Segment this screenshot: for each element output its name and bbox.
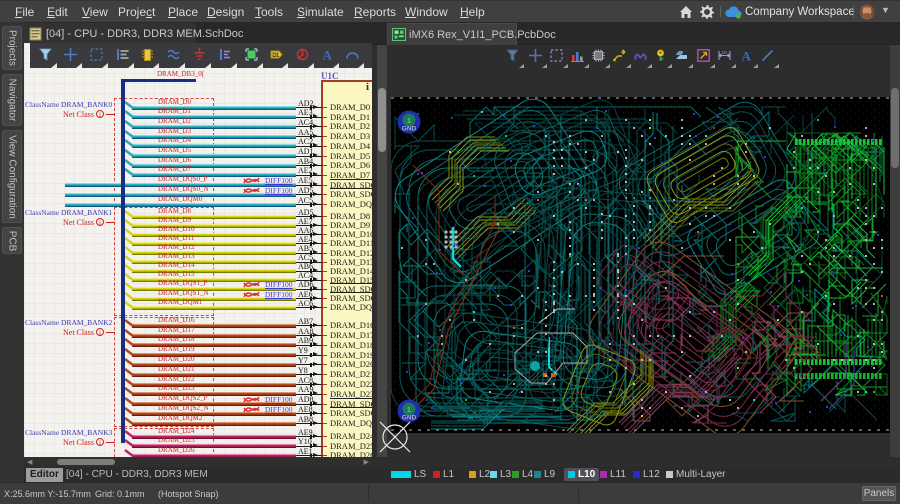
svg-text:A: A: [742, 49, 752, 63]
svg-text:1: 1: [407, 118, 411, 125]
svg-text:A: A: [323, 48, 333, 62]
svg-text:GND: GND: [402, 126, 417, 133]
svg-text:10: 10: [722, 50, 728, 55]
svg-text:D1: D1: [272, 53, 280, 59]
svg-text:1: 1: [407, 407, 411, 414]
